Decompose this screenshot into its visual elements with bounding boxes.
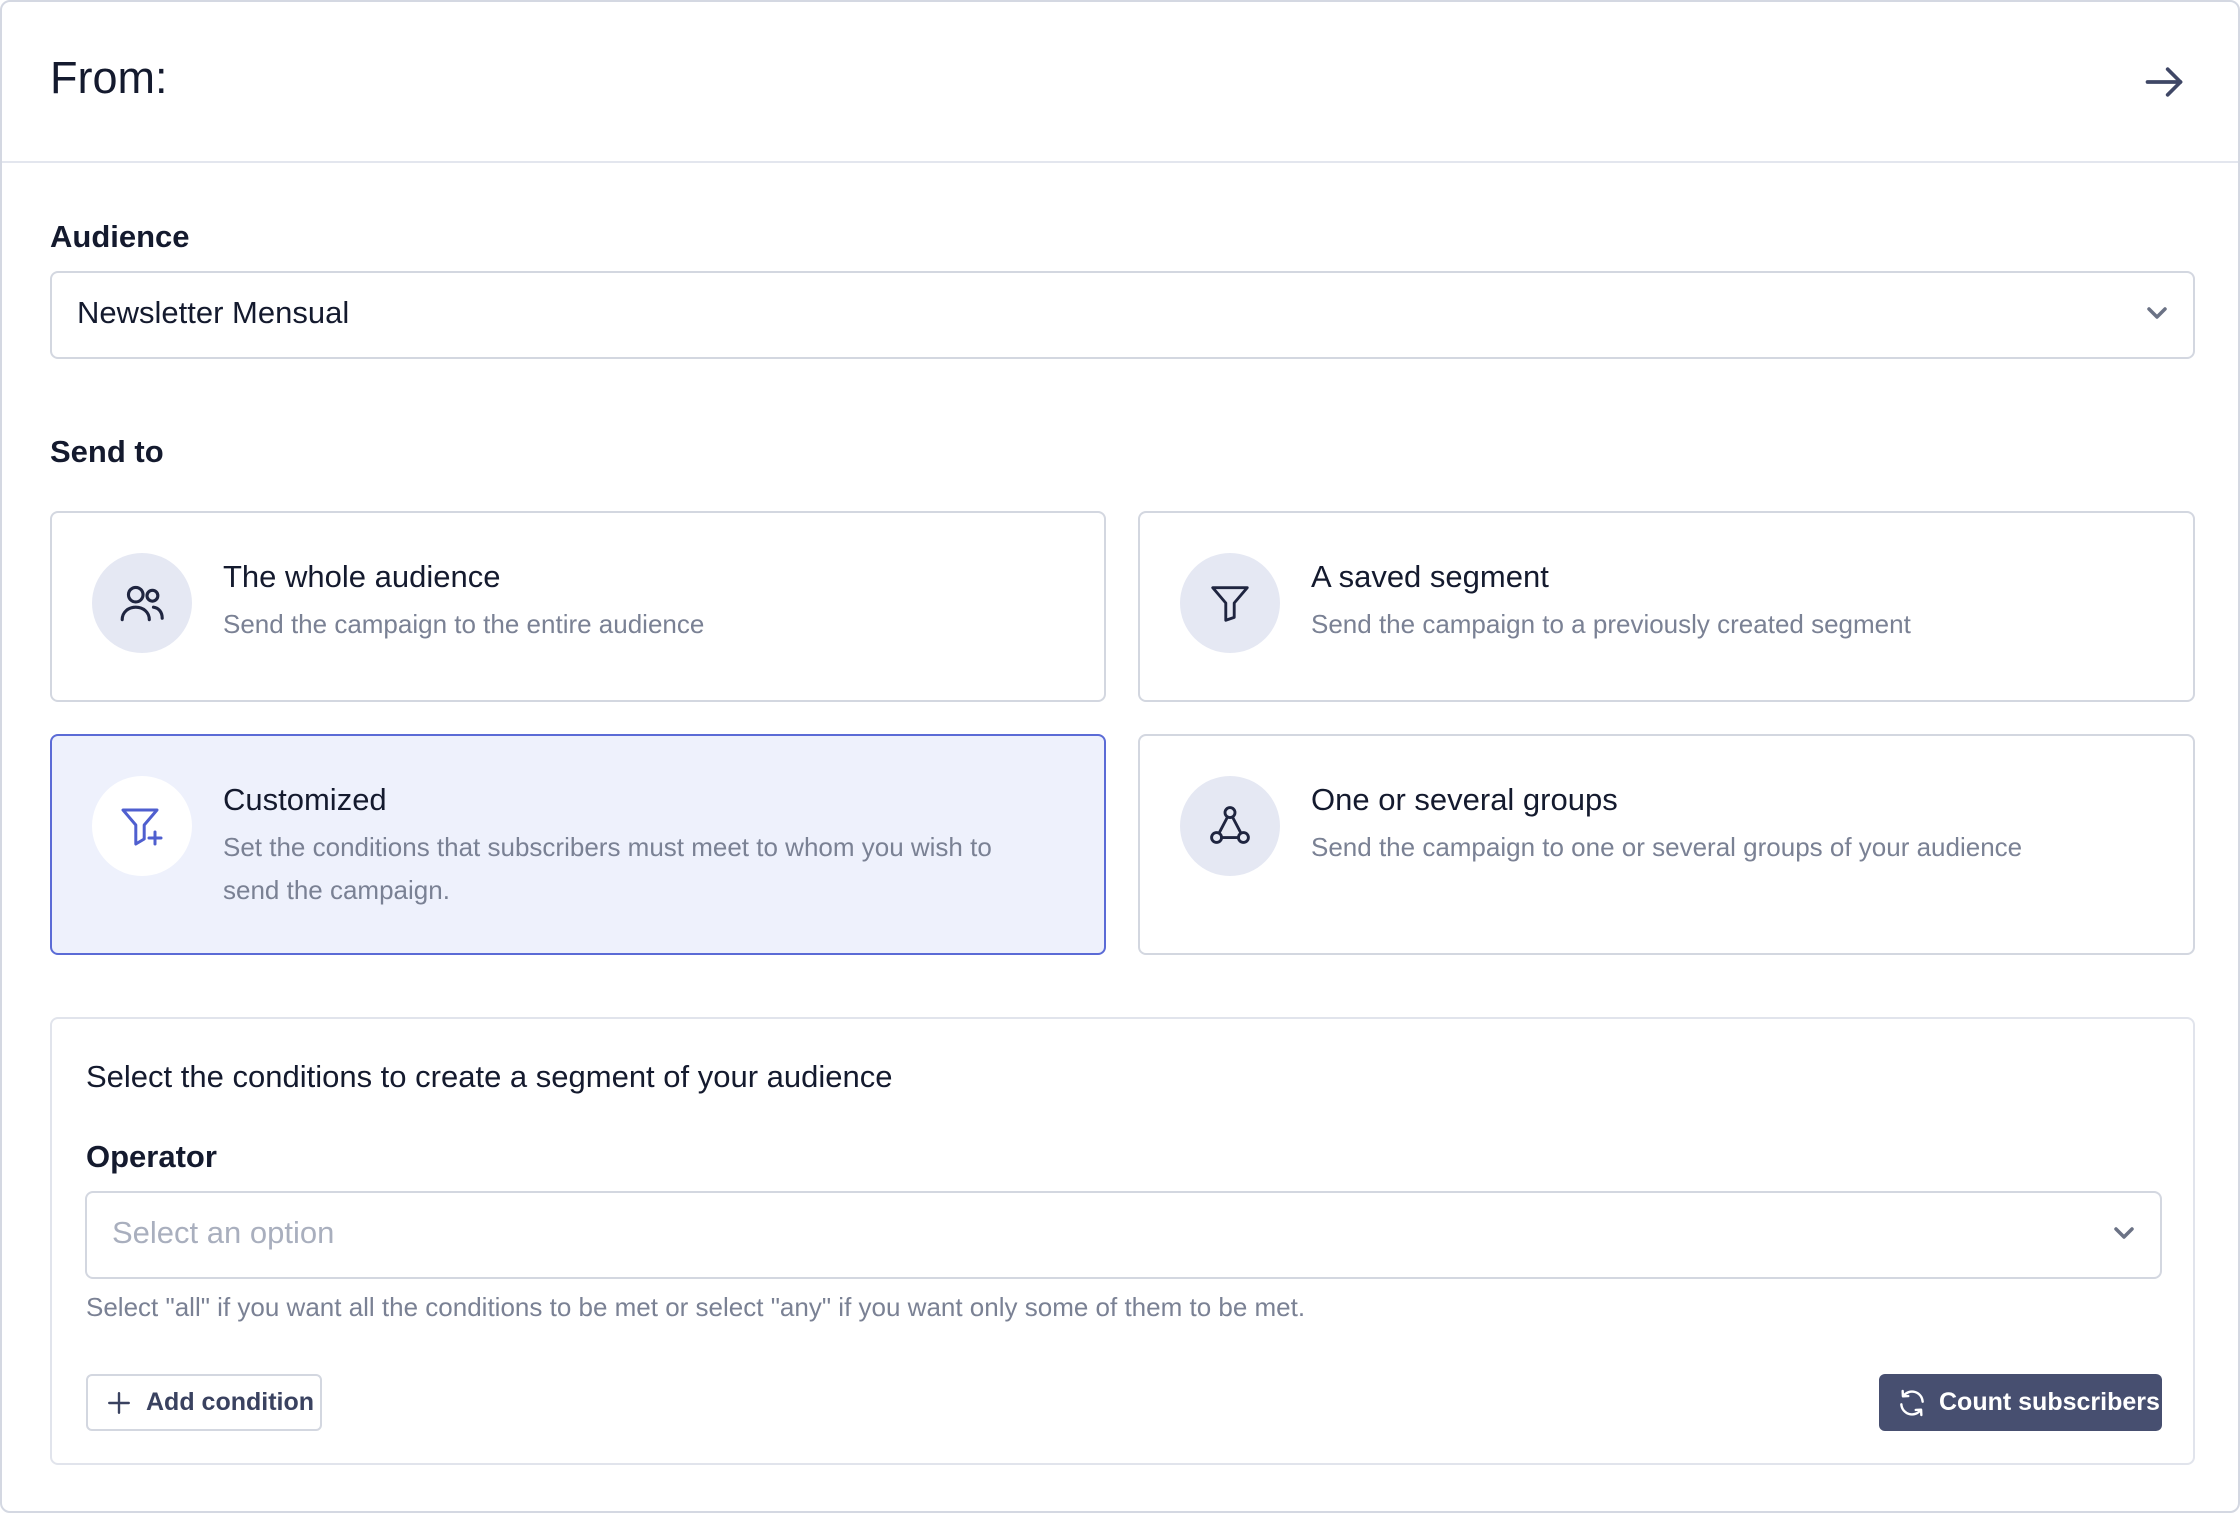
option-description: Send the campaign to the entire audience bbox=[223, 609, 705, 639]
count-subscribers-label: Count subscribers bbox=[1939, 1388, 2160, 1416]
conditions-title: Select the conditions to create a segmen… bbox=[86, 1059, 893, 1094]
option-description: Send the campaign to a previously create… bbox=[1311, 609, 1911, 639]
option-groups[interactable]: One or several groups Send the campaign … bbox=[1138, 734, 2195, 955]
arrow-right-icon[interactable] bbox=[2142, 60, 2186, 104]
option-title: A saved segment bbox=[1311, 559, 1549, 594]
option-saved-segment[interactable]: A saved segment Send the campaign to a p… bbox=[1138, 511, 2195, 702]
operator-label: Operator bbox=[86, 1139, 217, 1174]
option-description: Set the conditions that subscribers must… bbox=[223, 832, 992, 905]
operator-select[interactable]: Select an option bbox=[85, 1191, 2162, 1279]
panel-header: From: bbox=[2, 2, 2238, 163]
page-title: From: bbox=[50, 52, 168, 103]
funnel-icon bbox=[1180, 553, 1280, 653]
refresh-icon bbox=[1900, 1389, 1924, 1416]
chevron-down-icon bbox=[2114, 1227, 2134, 1239]
audience-select[interactable]: Newsletter Mensual bbox=[50, 271, 2195, 359]
option-customized[interactable]: Customized Set the conditions that subsc… bbox=[50, 734, 1106, 955]
send-to-label: Send to bbox=[50, 434, 164, 469]
audience-label: Audience bbox=[50, 219, 190, 254]
chevron-down-icon bbox=[2147, 307, 2167, 319]
option-title: Customized bbox=[223, 782, 387, 817]
option-title: The whole audience bbox=[223, 559, 501, 594]
operator-select-placeholder: Select an option bbox=[112, 1215, 335, 1250]
option-whole-audience[interactable]: The whole audience Send the campaign to … bbox=[50, 511, 1106, 702]
users-icon bbox=[92, 553, 192, 653]
plus-icon bbox=[108, 1391, 130, 1414]
operator-help-text: Select "all" if you want all the conditi… bbox=[86, 1292, 1306, 1322]
audience-select-value: Newsletter Mensual bbox=[77, 295, 350, 330]
conditions-panel: Select the conditions to create a segmen… bbox=[50, 1017, 2195, 1465]
option-title: One or several groups bbox=[1311, 782, 1618, 817]
group-nodes-icon bbox=[1180, 776, 1280, 876]
add-condition-button[interactable]: Add condition bbox=[86, 1374, 322, 1431]
option-description: Send the campaign to one or several grou… bbox=[1311, 832, 2023, 862]
audience-panel: From: Audience Newsletter Mensual Send t… bbox=[0, 0, 2240, 1513]
funnel-plus-icon bbox=[92, 776, 192, 876]
add-condition-label: Add condition bbox=[146, 1388, 315, 1416]
count-subscribers-button[interactable]: Count subscribers bbox=[1879, 1374, 2162, 1431]
